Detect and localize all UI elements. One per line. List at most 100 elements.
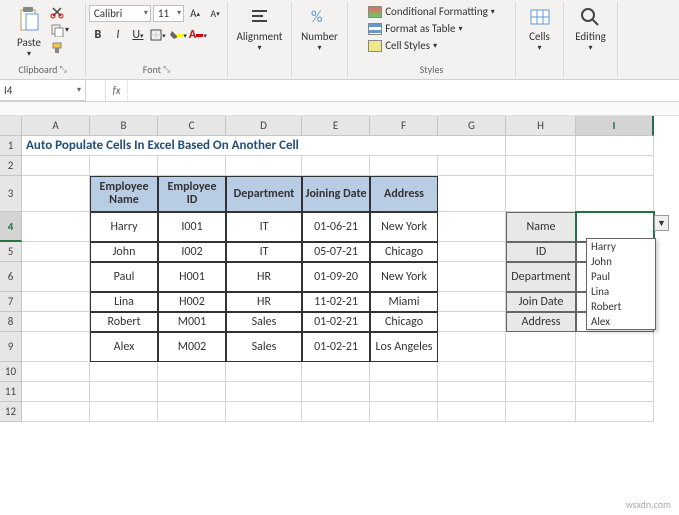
paste-button[interactable]: Paste▾ (13, 4, 45, 61)
table-cell[interactable]: HR (226, 262, 302, 292)
cell[interactable] (22, 156, 90, 176)
col-hdr-g[interactable]: G (438, 116, 506, 136)
field-label-addr[interactable]: Address (506, 312, 576, 332)
col-hdr-f[interactable]: F (370, 116, 438, 136)
table-header-id[interactable]: Employee ID (158, 176, 226, 212)
table-cell[interactable]: John (90, 242, 158, 262)
dropdown-option[interactable]: John (587, 254, 655, 269)
cell[interactable] (576, 332, 654, 362)
table-cell[interactable]: New York (370, 262, 438, 292)
select-all-corner[interactable] (0, 116, 22, 136)
validation-dropdown-list[interactable]: Harry John Paul Lina Robert Alex (586, 238, 656, 330)
conditional-formatting-button[interactable]: Conditional Formatting▾ (366, 4, 497, 19)
alignment-button[interactable]: Alignment▾ (233, 4, 287, 55)
table-cell[interactable]: Los Angeles (370, 332, 438, 362)
col-hdr-d[interactable]: D (226, 116, 302, 136)
row-hdr-3[interactable]: 3 (0, 176, 22, 212)
cell[interactable] (22, 332, 90, 362)
cell[interactable] (22, 176, 90, 212)
table-cell[interactable]: Miami (370, 292, 438, 312)
bold-button[interactable]: B (89, 26, 107, 44)
table-cell[interactable]: M001 (158, 312, 226, 332)
table-cell[interactable]: Robert (90, 312, 158, 332)
table-header-name[interactable]: Employee Name (90, 176, 158, 212)
cell[interactable] (438, 212, 506, 242)
row-hdr-11[interactable]: 11 (0, 382, 22, 402)
table-cell[interactable]: Alex (90, 332, 158, 362)
cell[interactable] (22, 362, 90, 382)
col-hdr-i[interactable]: I (576, 116, 654, 136)
cell[interactable] (302, 156, 370, 176)
cell[interactable] (438, 332, 506, 362)
dropdown-option[interactable]: Paul (587, 269, 655, 284)
underline-button[interactable]: U▾ (129, 26, 147, 44)
cell[interactable] (506, 176, 576, 212)
dropdown-option[interactable]: Alex (587, 314, 655, 329)
row-hdr-1[interactable]: 1 (0, 136, 22, 156)
cell[interactable] (158, 156, 226, 176)
cell[interactable] (158, 402, 226, 422)
cells-button[interactable]: Cells▾ (525, 4, 555, 55)
number-button[interactable]: %Number▾ (297, 4, 342, 55)
table-cell[interactable]: IT (226, 212, 302, 242)
field-label-id[interactable]: ID (506, 242, 576, 262)
cut-button[interactable] (47, 4, 72, 20)
cell[interactable] (438, 362, 506, 382)
cell[interactable] (302, 402, 370, 422)
formula-input[interactable] (128, 80, 679, 101)
cell[interactable] (506, 382, 576, 402)
border-button[interactable]: ▾ (149, 26, 167, 44)
cell[interactable] (370, 362, 438, 382)
table-cell[interactable]: IT (226, 242, 302, 262)
cell[interactable] (438, 382, 506, 402)
cell[interactable] (226, 156, 302, 176)
row-hdr-5[interactable]: 5 (0, 242, 22, 262)
cell[interactable] (438, 176, 506, 212)
row-hdr-4[interactable]: 4 (0, 212, 22, 242)
col-hdr-a[interactable]: A (22, 116, 90, 136)
cell-styles-button[interactable]: Cell Styles▾ (366, 38, 497, 53)
cell[interactable] (576, 362, 654, 382)
table-cell[interactable]: M002 (158, 332, 226, 362)
cell[interactable] (438, 242, 506, 262)
increase-font-button[interactable]: A▴ (186, 4, 204, 22)
font-color-button[interactable]: A▾ (189, 26, 207, 44)
table-cell[interactable]: H001 (158, 262, 226, 292)
worksheet-grid[interactable]: A B C D E F G H I 1 Auto Populate Cells … (0, 116, 679, 422)
font-name-select[interactable]: Calibri▾ (89, 5, 151, 22)
format-painter-button[interactable] (47, 40, 72, 56)
cell[interactable] (370, 156, 438, 176)
table-cell[interactable]: New York (370, 212, 438, 242)
cell[interactable] (576, 156, 654, 176)
cell[interactable] (22, 212, 90, 242)
decrease-font-button[interactable]: A▾ (206, 4, 224, 22)
fx-icon[interactable]: fx (106, 80, 128, 101)
clipboard-launcher[interactable]: ⤡ (59, 64, 66, 75)
copy-button[interactable]: ▾ (47, 22, 72, 38)
field-label-dept[interactable]: Department (506, 262, 576, 292)
col-hdr-b[interactable]: B (90, 116, 158, 136)
editing-button[interactable]: Editing▾ (571, 4, 610, 55)
col-hdr-h[interactable]: H (506, 116, 576, 136)
italic-button[interactable]: I (109, 26, 127, 44)
cell[interactable] (506, 402, 576, 422)
cell[interactable] (226, 382, 302, 402)
table-cell[interactable]: Sales (226, 332, 302, 362)
cell[interactable] (438, 402, 506, 422)
cell[interactable] (158, 362, 226, 382)
row-hdr-7[interactable]: 7 (0, 292, 22, 312)
row-hdr-10[interactable]: 10 (0, 362, 22, 382)
row-hdr-12[interactable]: 12 (0, 402, 22, 422)
table-header-dept[interactable]: Department (226, 176, 302, 212)
col-hdr-e[interactable]: E (302, 116, 370, 136)
table-cell[interactable]: 11-02-21 (302, 292, 370, 312)
cell[interactable] (302, 382, 370, 402)
cell[interactable] (506, 136, 576, 156)
table-cell[interactable]: 01-02-21 (302, 312, 370, 332)
table-cell[interactable]: 01-02-21 (302, 332, 370, 362)
cell[interactable] (22, 262, 90, 292)
table-cell[interactable]: 05-07-21 (302, 242, 370, 262)
table-cell[interactable]: Sales (226, 312, 302, 332)
cell[interactable] (158, 382, 226, 402)
table-cell[interactable]: Paul (90, 262, 158, 292)
